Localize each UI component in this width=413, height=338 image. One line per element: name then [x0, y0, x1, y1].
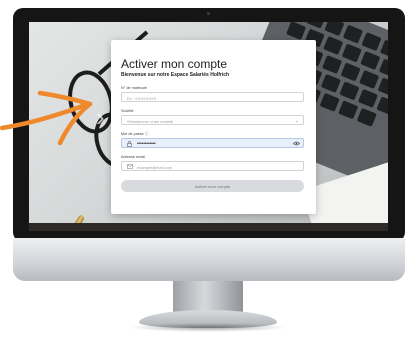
orange-arrow-icon — [0, 90, 93, 146]
